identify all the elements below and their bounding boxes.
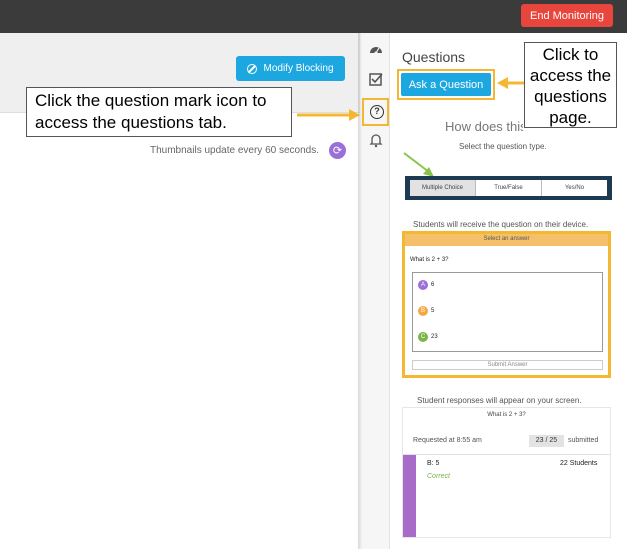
question-mark-callout: Click the question mark icon to access t… — [26, 87, 292, 137]
answer-option[interactable]: A 6 — [418, 280, 434, 290]
end-monitoring-button[interactable]: End Monitoring — [521, 4, 613, 27]
response-answer: B: 5 — [427, 460, 440, 467]
bell-icon[interactable] — [368, 132, 384, 148]
requested-time: Requested at 8:55 am — [413, 437, 482, 444]
response-question: What is 2 + 3? — [487, 412, 526, 418]
responses-note: Student responses will appear on your sc… — [417, 396, 582, 405]
response-status: Correct — [427, 473, 450, 480]
callout-arrow-left-icon — [497, 77, 524, 89]
modify-blocking-label: Modify Blocking — [263, 63, 334, 74]
modify-blocking-button[interactable]: Modify Blocking — [236, 56, 345, 81]
dashboard-icon[interactable] — [368, 42, 384, 58]
answer-letter-badge: A — [418, 280, 428, 290]
panel-title: Questions — [402, 49, 466, 65]
receive-note: Students will receive the question on th… — [413, 220, 589, 229]
questions-tab[interactable]: ? — [362, 98, 389, 126]
submitted-count: 23 / 25 — [529, 435, 564, 447]
answer-option[interactable]: C 23 — [418, 332, 438, 342]
answer-letter-badge: B — [418, 306, 428, 316]
answer-option[interactable]: B 5 — [418, 306, 434, 316]
top-bar: End Monitoring — [0, 0, 627, 33]
callout-arrow-right-icon — [297, 109, 360, 121]
device-question: What is 2 + 3? — [410, 257, 449, 263]
responses-card: What is 2 + 3? Requested at 8:55 am 23 /… — [402, 407, 611, 538]
select-type-text: Select the question type. — [459, 142, 547, 151]
answer-text: 5 — [431, 308, 435, 314]
answer-letter-badge: C — [418, 332, 428, 342]
thumbnails-note: Thumbnails update every 60 seconds. — [150, 145, 319, 156]
submit-answer-button[interactable]: Submit Answer — [412, 360, 603, 370]
type-multiple-choice[interactable]: Multiple Choice — [410, 180, 476, 196]
ask-question-button[interactable]: Ask a Question — [401, 73, 491, 96]
ask-question-highlight: Ask a Question — [397, 69, 495, 100]
refresh-icon[interactable]: ⟳ — [329, 142, 346, 159]
answer-text: 6 — [431, 282, 435, 288]
question-type-selector: Multiple Choice True/False Yes/No — [405, 176, 612, 200]
divider — [403, 454, 610, 455]
questions-page-callout: Click to access the questions page. — [524, 42, 617, 128]
question-icon: ? — [370, 105, 384, 119]
response-students: 22 Students — [560, 460, 598, 467]
device-header: Select an answer — [405, 234, 608, 246]
how-does-heading: How does this — [445, 119, 523, 134]
response-color-bar — [403, 455, 416, 537]
type-yes-no[interactable]: Yes/No — [542, 180, 607, 196]
type-true-false[interactable]: True/False — [476, 180, 542, 196]
device-preview: Select an answer What is 2 + 3? A 6 B 5 … — [402, 231, 611, 378]
submitted-label: submitted — [568, 437, 599, 444]
pointer-arrow-icon — [403, 152, 434, 177]
block-icon — [247, 63, 258, 74]
checkbox-icon[interactable] — [368, 71, 384, 87]
answer-text: 23 — [431, 334, 438, 340]
answer-list: A 6 B 5 C 23 — [412, 272, 603, 352]
